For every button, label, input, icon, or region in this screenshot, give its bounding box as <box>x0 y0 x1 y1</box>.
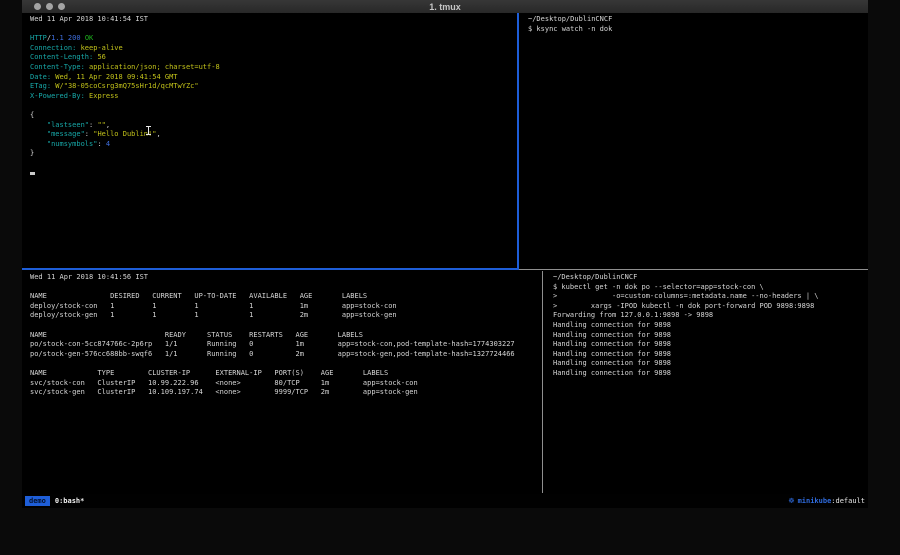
kubernetes-wheel-icon: ☸ <box>788 497 794 505</box>
terminal-line: ~/Desktop/DublinCNCF <box>553 273 876 283</box>
tmux-content: Wed 11 Apr 2018 10:41:54 IST HTTP/1.1 20… <box>22 13 868 494</box>
terminal-line: deploy/stock-con 1 1 1 1 1m app=stock-co… <box>30 302 542 312</box>
terminal-line: Handling connection for 9898 <box>553 321 876 331</box>
pane-ksync-watch[interactable]: ~/Desktop/DublinCNCF$ ksync watch -n dok <box>520 13 876 270</box>
kube-context-label: minikube <box>798 497 832 505</box>
terminal-line: Forwarding from 127.0.0.1:9898 -> 9898 <box>553 311 876 321</box>
terminal-line: Handling connection for 9898 <box>553 359 876 369</box>
terminal-line: ETag: W/"38-05coCsrg3mQ75sHr1d/qcMTwYZc" <box>30 82 517 92</box>
session-name-badge: demo <box>25 496 50 506</box>
terminal-line: po/stock-gen-576cc688bb-swqf6 1/1 Runnin… <box>30 350 542 360</box>
terminal-line: { <box>30 111 517 121</box>
terminal-line: Handling connection for 9898 <box>553 369 876 379</box>
terminal-line <box>30 101 517 111</box>
terminal-line: po/stock-con-5cc874766c-2p6rp 1/1 Runnin… <box>30 340 542 350</box>
window-title: 1. tmux <box>22 2 868 12</box>
terminal-line: Wed 11 Apr 2018 10:41:54 IST <box>30 15 517 25</box>
pane-divider-horizontal[interactable] <box>519 269 868 270</box>
terminal-line: NAME DESIRED CURRENT UP-TO-DATE AVAILABL… <box>30 292 542 302</box>
terminal-window: 1. tmux Wed 11 Apr 2018 10:41:54 IST HTT… <box>22 0 868 508</box>
terminal-line: Connection: keep-alive <box>30 44 517 54</box>
terminal-cursor <box>30 172 35 175</box>
terminal-line: > -o=custom-columns=:metadata.name --no-… <box>553 292 876 302</box>
terminal-line: Handling connection for 9898 <box>553 340 876 350</box>
terminal-line: Content-Type: application/json; charset=… <box>30 63 517 73</box>
terminal-line: NAME READY STATUS RESTARTS AGE LABELS <box>30 331 542 341</box>
pane-divider-vertical-bottom[interactable] <box>542 271 543 493</box>
terminal-line: $ kubectl get -n dok po --selector=app=s… <box>553 283 876 293</box>
terminal-line: HTTP/1.1 200 OK <box>30 34 517 44</box>
terminal-line: NAME TYPE CLUSTER-IP EXTERNAL-IP PORT(S)… <box>30 369 542 379</box>
tmux-status-bar: demo 0:bash* ☸ minikube :default <box>22 494 868 508</box>
pane-kubectl-resources[interactable]: Wed 11 Apr 2018 10:41:56 IST NAME DESIRE… <box>22 271 542 495</box>
terminal-line: "numsymbols": 4 <box>30 140 517 150</box>
window-titlebar[interactable]: 1. tmux <box>22 0 868 14</box>
terminal-line <box>30 159 517 169</box>
terminal-line <box>30 283 542 293</box>
terminal-line: ~/Desktop/DublinCNCF <box>528 15 876 25</box>
terminal-line: svc/stock-gen ClusterIP 10.109.197.74 <n… <box>30 388 542 398</box>
terminal-line: svc/stock-con ClusterIP 10.99.222.96 <no… <box>30 379 542 389</box>
terminal-line: "lastseen": "", <box>30 121 517 131</box>
terminal-line: > xargs -IPOD kubectl -n dok port-forwar… <box>553 302 876 312</box>
terminal-line: Wed 11 Apr 2018 10:41:56 IST <box>30 273 542 283</box>
terminal-line: $ ksync watch -n dok <box>528 25 876 35</box>
terminal-line: } <box>30 149 517 159</box>
terminal-line: Handling connection for 9898 <box>553 350 876 360</box>
pane-divider-vertical-top[interactable] <box>517 13 519 268</box>
mouse-cursor-ibeam <box>146 126 151 135</box>
terminal-line <box>30 321 542 331</box>
terminal-line <box>30 169 517 179</box>
terminal-line: "message": "Hello Dublin!", <box>30 130 517 140</box>
pane-http-response[interactable]: Wed 11 Apr 2018 10:41:54 IST HTTP/1.1 20… <box>22 13 517 270</box>
terminal-line <box>30 359 542 369</box>
terminal-line: Date: Wed, 11 Apr 2018 09:41:54 GMT <box>30 73 517 83</box>
status-window-tab[interactable]: 0:bash* <box>55 497 85 505</box>
pane-divider-horizontal-active[interactable] <box>22 268 519 270</box>
terminal-line: deploy/stock-gen 1 1 1 1 2m app=stock-ge… <box>30 311 542 321</box>
terminal-line: X-Powered-By: Express <box>30 92 517 102</box>
terminal-line <box>30 25 517 35</box>
kube-namespace-label: :default <box>831 497 865 505</box>
terminal-line: Content-Length: 56 <box>30 53 517 63</box>
pane-port-forward[interactable]: ~/Desktop/DublinCNCF$ kubectl get -n dok… <box>545 271 876 495</box>
terminal-line: Handling connection for 9898 <box>553 331 876 341</box>
